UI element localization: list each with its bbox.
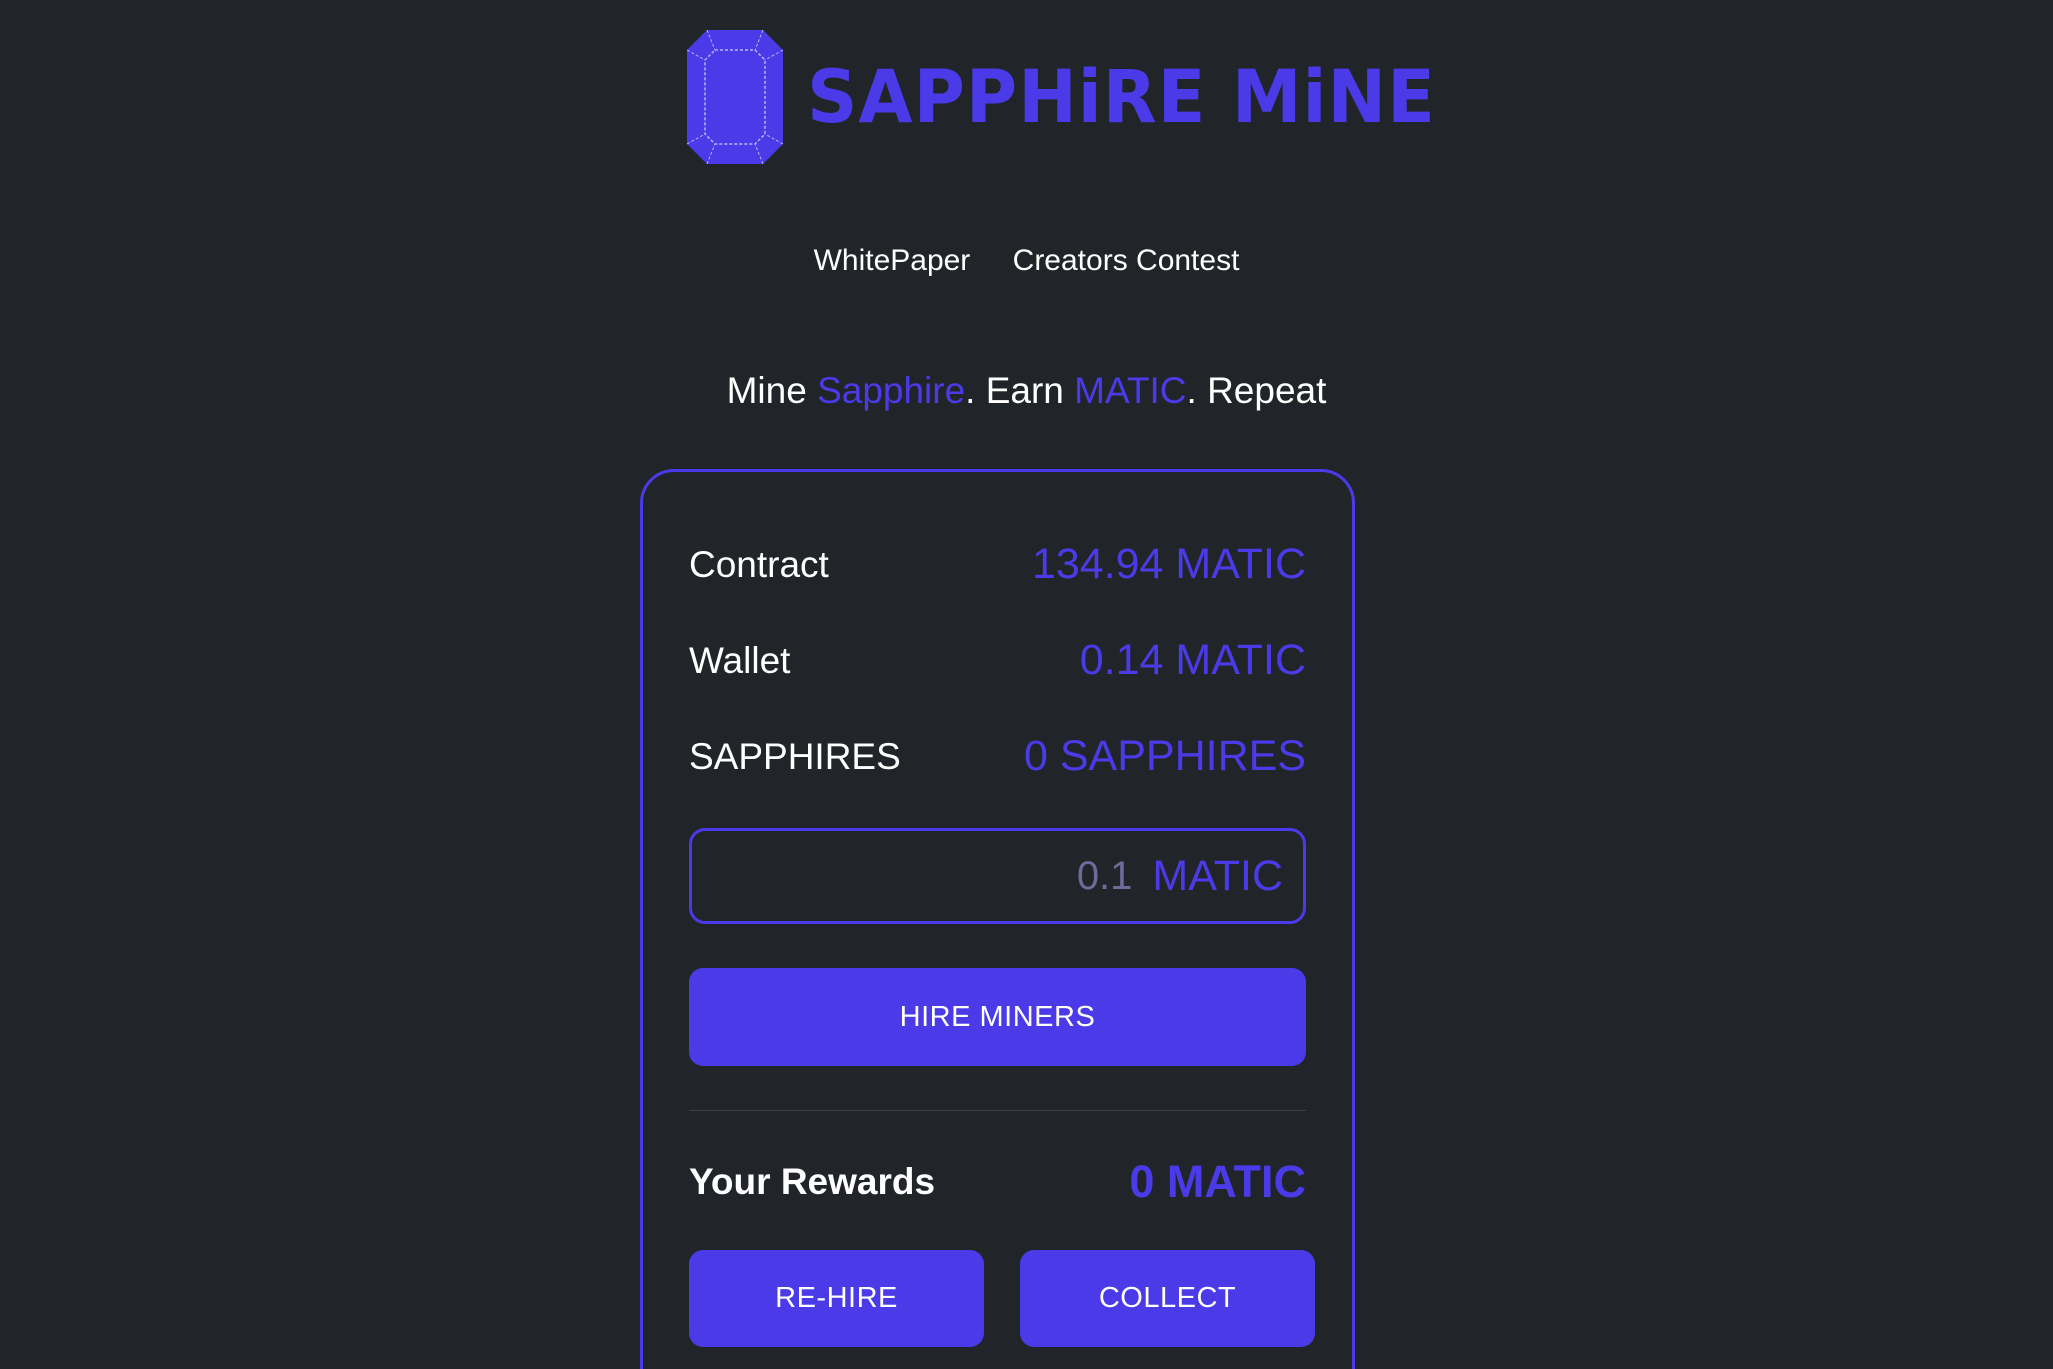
mining-card: Contract 134.94 MATIC Wallet 0.14 MATIC …: [640, 469, 1355, 1369]
logo[interactable]: SAPPHiRE MiNE: [685, 28, 1436, 166]
contract-row: Contract 134.94 MATIC: [689, 540, 1306, 589]
tagline-part1: Mine: [726, 370, 818, 411]
rewards-label: Your Rewards: [689, 1161, 936, 1202]
sapphires-value: 0 SAPPHIRES: [1024, 732, 1306, 780]
page: SAPPHiRE MiNE WhitePaper Creators Contes…: [0, 0, 2053, 1369]
nav-link-creators-contest[interactable]: Creators Contest: [1013, 244, 1240, 277]
tagline-part2: . Earn: [965, 370, 1075, 411]
sapphires-label: SAPPHIRES: [689, 735, 901, 777]
top-nav: WhitePaper Creators Contest: [0, 244, 2053, 278]
tagline: Mine Sapphire. Earn MATIC. Repeat: [0, 370, 2053, 412]
hire-miners-button[interactable]: HIRE MINERS: [689, 968, 1306, 1066]
tagline-accent-sapphire: Sapphire: [817, 370, 966, 411]
tagline-part3: . Repeat: [1186, 370, 1327, 411]
sapphire-gem-icon: [686, 29, 784, 165]
amount-input[interactable]: [930, 852, 1135, 900]
wallet-row: Wallet 0.14 MATIC: [689, 636, 1306, 685]
brand-name: SAPPHiRE MiNE: [807, 53, 1436, 141]
tagline-accent-matic: MATIC: [1074, 370, 1187, 411]
sapphires-row: SAPPHIRES 0 SAPPHIRES: [689, 732, 1306, 781]
divider: [689, 1110, 1306, 1111]
collect-button[interactable]: COLLECT: [1020, 1250, 1315, 1347]
amount-unit: MATIC: [1152, 851, 1283, 900]
rewards-row: Your Rewards 0 MATIC: [689, 1156, 1306, 1208]
rewards-value: 0 MATIC: [1129, 1156, 1306, 1207]
contract-label: Contract: [689, 543, 829, 585]
nav-link-whitepaper[interactable]: WhitePaper: [814, 244, 971, 277]
contract-value: 134.94 MATIC: [1031, 540, 1306, 588]
wallet-value: 0.14 MATIC: [1079, 636, 1306, 684]
wallet-label: Wallet: [689, 639, 791, 681]
rehire-button[interactable]: RE-HIRE: [689, 1250, 984, 1347]
amount-input-box[interactable]: MATIC: [689, 828, 1306, 924]
